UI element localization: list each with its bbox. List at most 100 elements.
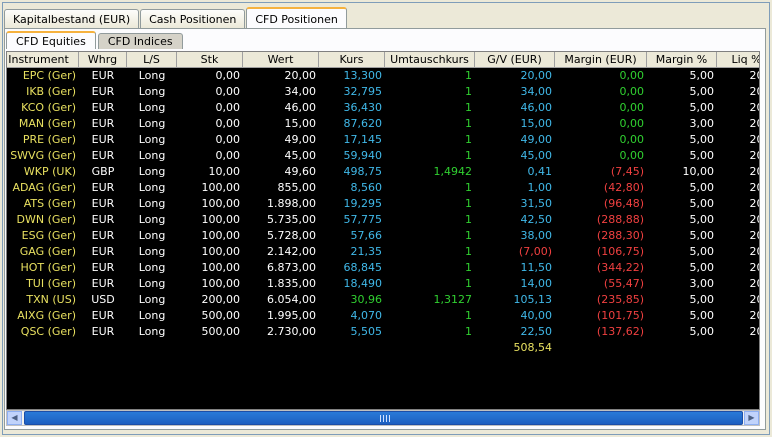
instrument-cell: EPC (Ger)	[22, 69, 76, 82]
gv-cell: 1,00	[527, 181, 553, 194]
margin-cell: 0,00	[619, 133, 645, 146]
kurs-cell: 17,145	[343, 133, 383, 146]
ls-cell: Long	[138, 101, 166, 114]
wert-cell: 49,00	[284, 133, 317, 146]
col-gv-header[interactable]: G/V (EUR)	[475, 52, 555, 67]
table-row[interactable]: EPC (Ger) EUR Long 0,00 20,00 13,300 1 20,00 0,0…	[7, 68, 759, 84]
table-row[interactable]: IKB (Ger) EUR Long 0,00 34,00 32,795 1 34,00 0,0…	[7, 84, 759, 100]
kurs-cell: 8,560	[350, 181, 383, 194]
umtauschkurs-cell: 1	[465, 181, 472, 194]
margin-cell: (106,75)	[596, 245, 644, 258]
kurs-cell: 68,845	[343, 261, 383, 274]
tab-cfd-positionen[interactable]: CFD Positionen	[246, 7, 347, 29]
kurs-cell: 21,35	[350, 245, 383, 258]
umtauschkurs-cell: 1	[465, 229, 472, 242]
instrument-cell: MAN (Ger)	[18, 117, 76, 130]
table-row[interactable]: DWN (Ger) EUR Long 100,00 5.735,00 57,775 1 42,…	[7, 212, 760, 228]
wert-cell: 45,00	[284, 149, 317, 162]
stk-cell: 0,00	[215, 117, 241, 130]
table-row[interactable]: HOT (Ger) EUR Long 100,00 6.873,00 68,845 1 11,…	[7, 260, 759, 276]
gv-cell: 22,50	[520, 325, 553, 338]
instrument-cell: QSC (Ger)	[20, 325, 76, 338]
margin-pct-cell: 5,00	[689, 85, 715, 98]
col-wert-header[interactable]: Wert	[243, 52, 319, 67]
liq-cell: 20,0	[749, 133, 760, 146]
col-umtauschkurs-header[interactable]: Umtauschkurs	[385, 52, 475, 67]
gv-cell: 105,13	[513, 293, 553, 306]
liq-cell: 20,0	[749, 181, 760, 194]
col-liq-header[interactable]: Liq %	[717, 52, 759, 67]
ls-cell: Long	[138, 69, 166, 82]
gv-cell: 49,00	[520, 133, 553, 146]
margin-cell: (235,85)	[596, 293, 644, 306]
table-row[interactable]: ESG (Ger) EUR Long 100,00 5.728,00 57,66 1 38,0…	[7, 228, 759, 244]
margin-cell: 0,00	[619, 149, 645, 162]
stk-cell: 100,00	[201, 261, 241, 274]
table-row[interactable]: TUI (Ger) EUR Long 100,00 1.835,00 18,490 1 14,…	[7, 276, 759, 292]
gv-cell: 0,41	[527, 165, 553, 178]
tab-kapitalbestand[interactable]: Kapitalbestand (EUR)	[4, 9, 140, 28]
wert-cell: 2.142,00	[267, 245, 316, 258]
whrg-cell: EUR	[91, 149, 115, 162]
table-row[interactable]: GAG (Ger) EUR Long 100,00 2.142,00 21,35 1 (7,0…	[7, 244, 759, 260]
arrow-right-icon[interactable]: ▶	[744, 411, 759, 425]
table-row[interactable]: QSC (Ger) EUR Long 500,00 2.730,00 5,505 1 22,5…	[7, 324, 759, 340]
arrow-left-icon[interactable]: ◀	[7, 411, 22, 425]
table-row[interactable]: PRE (Ger) EUR Long 0,00 49,00 17,145 1 49,00 0,0…	[7, 132, 760, 148]
scrollbar-thumb[interactable]	[24, 411, 743, 425]
gv-cell: 15,00	[520, 117, 553, 130]
col-whrg-header[interactable]: Whrg	[79, 52, 127, 67]
margin-pct-cell: 5,00	[689, 149, 715, 162]
tab-cfd-equities[interactable]: CFD Equities	[6, 31, 96, 49]
horizontal-scrollbar[interactable]: ◀ ▶	[6, 410, 760, 426]
wert-cell: 855,00	[277, 181, 317, 194]
col-margin-header[interactable]: Margin (EUR)	[555, 52, 647, 67]
wert-cell: 15,00	[284, 117, 317, 130]
tab-cfd-indices[interactable]: CFD Indices	[97, 33, 183, 49]
table-row[interactable]: ATS (Ger) EUR Long 100,00 1.898,00 19,295 1 31,…	[7, 196, 759, 212]
whrg-cell: EUR	[91, 181, 115, 194]
gv-cell: 38,00	[520, 229, 553, 242]
margin-pct-cell: 10,00	[682, 165, 715, 178]
col-stk-header[interactable]: Stk	[177, 52, 243, 67]
kurs-cell: 57,66	[350, 229, 383, 242]
table-row[interactable]: AIXG (Ger) EUR Long 500,00 1.995,00 4,070 1 40,…	[7, 308, 759, 324]
margin-pct-cell: 5,00	[689, 261, 715, 274]
tab-cash-positionen[interactable]: Cash Positionen	[140, 9, 246, 28]
umtauschkurs-cell: 1	[465, 197, 472, 210]
margin-pct-cell: 3,00	[689, 277, 715, 290]
gv-cell: 45,00	[520, 149, 553, 162]
ls-cell: Long	[138, 213, 166, 226]
instrument-cell: PRE (Ger)	[22, 133, 76, 146]
kurs-cell: 19,295	[343, 197, 383, 210]
gv-cell: 34,00	[520, 85, 553, 98]
umtauschkurs-cell: 1	[465, 213, 472, 226]
col-ls-header[interactable]: L/S	[127, 52, 177, 67]
liq-cell: 20,0	[749, 101, 760, 114]
instrument-cell: ESG (Ger)	[21, 229, 76, 242]
liq-cell: 20,0	[749, 213, 760, 226]
table-row[interactable]: MAN (Ger) EUR Long 0,00 15,00 87,620 1 15,00 0,0…	[7, 116, 759, 132]
wert-cell: 6.054,00	[267, 293, 316, 306]
gv-cell: 31,50	[520, 197, 553, 210]
table-row[interactable]: ADAG (Ger) EUR Long 100,00 855,00 8,560 1 1,00 (…	[7, 180, 760, 196]
liq-cell: 20,0	[749, 293, 760, 306]
col-instrument-header[interactable]: Instrument	[7, 52, 79, 67]
gv-cell: 40,00	[520, 309, 553, 322]
umtauschkurs-cell: 1,4942	[433, 165, 473, 178]
instrument-cell: ATS (Ger)	[23, 197, 76, 210]
table-row[interactable]: TXN (US) USD Long 200,00 6.054,00 30,96 1,3127…	[7, 292, 760, 308]
col-margin-pct-header[interactable]: Margin %	[647, 52, 717, 67]
table-row[interactable]: SWVG (Ger) EUR Long 0,00 45,00 59,940 1 45,00 0,…	[7, 148, 759, 164]
table-row[interactable]: WKP (UK) GBP Long 10,00 49,60 498,75 1,4942 0,4…	[7, 164, 759, 180]
kurs-cell: 30,96	[350, 293, 383, 306]
margin-pct-cell: 5,00	[689, 213, 715, 226]
ls-cell: Long	[138, 133, 166, 146]
margin-cell: 0,00	[619, 85, 645, 98]
stk-cell: 100,00	[201, 181, 241, 194]
margin-cell: (137,62)	[596, 325, 644, 338]
table-row[interactable]: KCO (Ger) EUR Long 0,00 46,00 36,430 1 46,00 0,0…	[7, 100, 760, 116]
margin-cell: (344,22)	[596, 261, 644, 274]
stk-cell: 500,00	[201, 325, 241, 338]
col-kurs-header[interactable]: Kurs	[319, 52, 385, 67]
